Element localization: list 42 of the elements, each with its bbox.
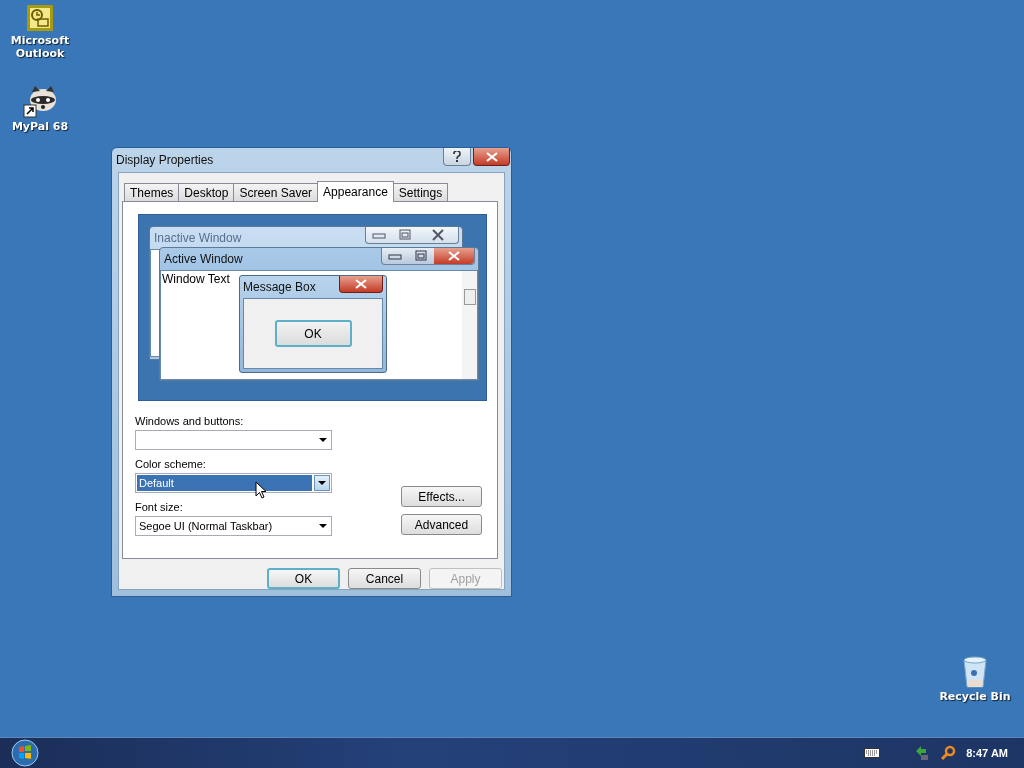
tab[interactable]: Themes [124,183,180,201]
recycle-bin-icon[interactable] [962,656,988,688]
close-icon [485,151,498,162]
caret-icon [319,524,327,528]
tab[interactable]: Settings [392,183,449,201]
outlook-icon[interactable] [26,4,54,32]
close-icon [448,251,460,261]
start-button[interactable] [11,739,39,767]
help-icon [453,151,461,162]
tab[interactable]: Appearance [317,181,394,202]
dialog-button[interactable]: Effects... [401,486,482,507]
desktop-icon-label[interactable]: Microsoft Outlook [0,34,80,60]
dialog-button[interactable]: Cancel [348,568,421,589]
ok-button[interactable]: OK [274,320,352,347]
caret-icon [319,438,327,442]
raccoon-icon[interactable] [23,86,57,118]
window-text: Window Text [162,272,230,286]
close-icon [355,279,367,289]
active-window-title: Active Window [164,252,243,266]
dropdown-field[interactable]: Segoe UI (Normal Taskbar) [135,516,332,536]
dropdown-field[interactable]: Default [135,473,332,493]
tab[interactable]: Desktop [178,183,235,201]
dropdown-field[interactable] [135,430,332,450]
tab[interactable]: Screen Saver [233,183,319,201]
window-title: Display Properties [116,153,214,167]
field-label: Windows and buttons: [135,415,245,427]
dialog-button[interactable]: OK [267,568,340,589]
help-button[interactable] [443,148,471,166]
network-icon[interactable] [914,745,931,761]
search-icon[interactable] [940,745,957,761]
field-label: Font size: [135,501,184,513]
clock[interactable]: 8:47 AM [966,747,1008,759]
caret-icon [318,481,326,485]
field-label: Color scheme: [135,458,207,470]
desktop-icon-label[interactable]: Recycle Bin [939,690,1011,703]
mouse-cursor [255,481,267,499]
message-box-title: Message Box [243,280,316,294]
dialog-button[interactable]: Advanced [401,514,482,535]
desktop-icon-label[interactable]: MyPal 68 [11,120,69,133]
keyboard-icon[interactable] [864,748,881,758]
close-button[interactable] [473,148,510,166]
inactive-window-title: Inactive Window [154,231,242,245]
